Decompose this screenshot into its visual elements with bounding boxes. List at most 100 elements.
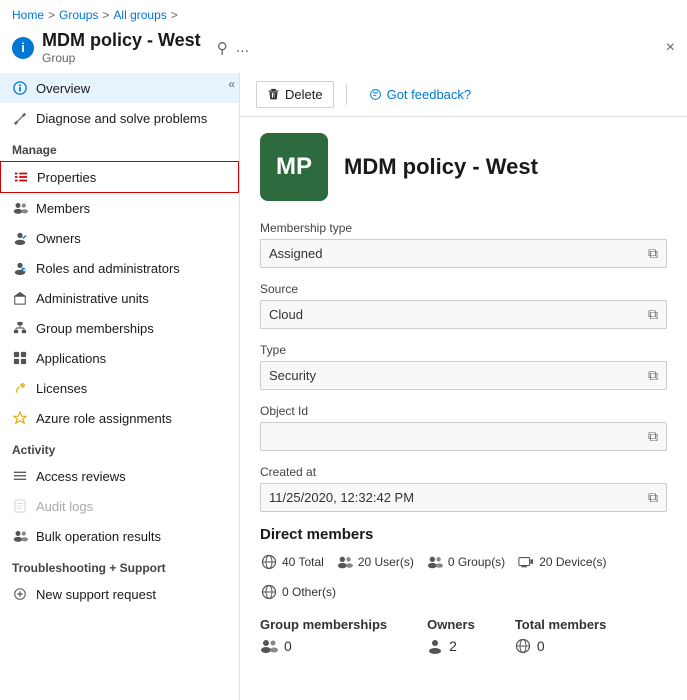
source-value: Cloud ⧉ [260,300,667,329]
breadcrumb-all-groups[interactable]: All groups [113,8,166,22]
created-at-label: Created at [260,465,667,479]
sidebar-item-owners[interactable]: Owners [0,223,239,253]
sidebar-audit-logs-label: Audit logs [36,499,93,514]
members-icon [12,200,28,216]
azure-role-icon [12,410,28,426]
object-id-label: Object Id [260,404,667,418]
direct-members-title: Direct members [260,526,667,543]
title-text: MDM policy - West Group [42,30,201,65]
stat-total-value: 40 Total [282,555,324,569]
sidebar-admin-units-label: Administrative units [36,291,149,306]
roles-icon: ★ [12,260,28,276]
toolbar: Delete Got feedback? [240,73,687,117]
breadcrumb-sep3: > [171,8,178,22]
sidebar-item-access-reviews[interactable]: Access reviews [0,461,239,491]
page-subtitle: Group [42,51,201,65]
stat-devices-value: 20 Device(s) [539,555,606,569]
sidebar-item-new-support[interactable]: New support request [0,579,239,609]
bs-total-members-value: 0 [515,638,607,654]
group-name: MDM policy - West [344,154,538,180]
created-at-value: 11/25/2020, 12:32:42 PM ⧉ [260,483,667,512]
sidebar-item-admin-units[interactable]: Administrative units [0,283,239,313]
sidebar-item-bulk-results[interactable]: Bulk operation results [0,521,239,551]
stat-users-value: 20 User(s) [358,555,414,569]
stat-others-value: 0 Other(s) [282,585,336,599]
toolbar-divider [346,85,347,105]
audit-logs-icon [12,498,28,514]
bs-owners-value: 2 [427,638,475,654]
sidebar-applications-label: Applications [36,351,106,366]
feedback-button[interactable]: Got feedback? [359,82,482,107]
pin-icon[interactable]: ⚲ [217,39,228,57]
top-bar: Home > Groups > All groups > [0,0,687,26]
membership-type-label: Membership type [260,221,667,235]
applications-icon [12,350,28,366]
close-button[interactable]: × [666,39,675,57]
bottom-stat-total-members: Total members 0 [515,617,607,654]
breadcrumb-groups[interactable]: Groups [59,8,98,22]
copy-membership-type[interactable]: ⧉ [648,245,658,262]
title-bar: i MDM policy - West Group ⚲ ... × [0,26,687,73]
sidebar-item-members[interactable]: Members [0,193,239,223]
sidebar-item-diagnose[interactable]: Diagnose and solve problems [0,103,239,133]
sidebar-azure-role-label: Azure role assignments [36,411,172,426]
field-source: Source Cloud ⧉ [260,282,667,329]
collapse-button[interactable]: « [228,77,235,91]
field-membership-type: Membership type Assigned ⧉ [260,221,667,268]
stat-users: 20 User(s) [336,553,414,571]
sidebar-item-overview[interactable]: Overview [0,73,239,103]
copy-object-id[interactable]: ⧉ [648,428,658,445]
breadcrumb-home[interactable]: Home [12,8,44,22]
sidebar-item-properties[interactable]: Properties [0,161,239,193]
others-icon-stat [260,583,278,601]
activity-label: Activity [0,433,239,461]
sidebar: « Overview Diagnose and solve problems M… [0,73,240,700]
admin-units-icon [12,290,28,306]
more-icon[interactable]: ... [236,39,249,57]
bs-group-memberships-label: Group memberships [260,617,387,632]
source-label: Source [260,282,667,296]
groups-icon-stat [426,553,444,571]
bottom-stats: Group memberships 0 Owners 2 Total membe… [260,617,667,654]
feedback-label: Got feedback? [387,87,472,102]
stat-total: 40 Total [260,553,324,571]
type-label: Type [260,343,667,357]
info-icon [12,80,28,96]
layout: « Overview Diagnose and solve problems M… [0,73,687,700]
group-header: MP MDM policy - West [260,133,667,201]
sidebar-item-group-memberships[interactable]: Group memberships [0,313,239,343]
sidebar-item-applications[interactable]: Applications [0,343,239,373]
copy-source[interactable]: ⧉ [648,306,658,323]
stat-devices: 20 Device(s) [517,553,606,571]
copy-type[interactable]: ⧉ [648,367,658,384]
sidebar-group-memberships-label: Group memberships [36,321,154,336]
delete-button[interactable]: Delete [256,81,334,108]
sidebar-properties-label: Properties [37,170,96,185]
breadcrumb-sep1: > [48,8,55,22]
content-area: MP MDM policy - West Membership type Ass… [240,117,687,670]
stat-others: 0 Other(s) [260,583,336,601]
page-title: MDM policy - West [42,30,201,51]
access-reviews-icon [12,468,28,484]
delete-label: Delete [285,87,323,102]
svg-text:★: ★ [22,268,26,273]
owners-icon [12,230,28,246]
sidebar-item-azure-role[interactable]: Azure role assignments [0,403,239,433]
bottom-stat-owners: Owners 2 [427,617,475,654]
bs-group-memberships-value: 0 [260,638,387,654]
sidebar-item-audit-logs[interactable]: Audit logs [0,491,239,521]
membership-type-value: Assigned ⧉ [260,239,667,268]
title-actions: ⚲ ... [217,39,249,57]
stat-groups: 0 Group(s) [426,553,505,571]
stat-groups-value: 0 Group(s) [448,555,505,569]
properties-icon [13,169,29,185]
manage-label: Manage [0,133,239,161]
sidebar-owners-label: Owners [36,231,81,246]
sidebar-item-licenses[interactable]: Licenses [0,373,239,403]
copy-created-at[interactable]: ⧉ [648,489,658,506]
users-icon-stat [336,553,354,571]
sidebar-members-label: Members [36,201,90,216]
type-value: Security ⧉ [260,361,667,390]
bottom-stat-group-memberships: Group memberships 0 [260,617,387,654]
sidebar-item-roles[interactable]: ★ Roles and administrators [0,253,239,283]
